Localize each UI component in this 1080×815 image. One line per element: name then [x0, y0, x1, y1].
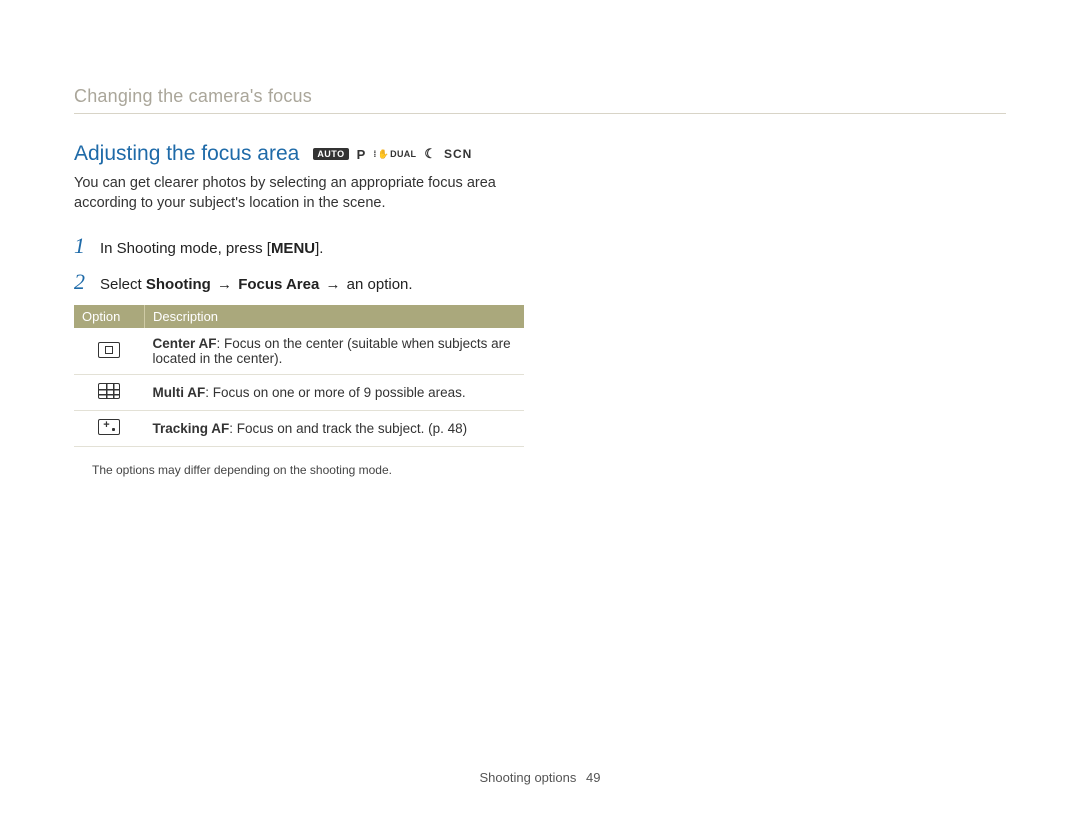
- mode-dual-hand-icon: ✋: [378, 149, 390, 160]
- center-af-icon-cell: [74, 328, 145, 375]
- options-table: Option Description Center AF: Focus on t…: [74, 305, 524, 447]
- intro-paragraph: You can get clearer photos by selecting …: [74, 174, 544, 213]
- option-name: Center AF: [153, 336, 217, 351]
- step-text: Select Shooting → Focus Area → an option…: [100, 276, 413, 293]
- mode-dual-label: DUAL: [390, 149, 416, 159]
- footnote: The options may differ depending on the …: [92, 463, 1006, 477]
- path-shooting: Shooting: [146, 276, 211, 293]
- manual-page: Changing the camera's focus Adjusting th…: [0, 0, 1080, 815]
- steps-list: 1 In Shooting mode, press [MENU]. 2 Sele…: [74, 233, 1006, 295]
- step-2: 2 Select Shooting → Focus Area → an opti…: [74, 269, 1006, 295]
- multi-af-icon: [98, 383, 120, 399]
- mode-scn-icon: SCN: [444, 147, 472, 161]
- step-pre: Select: [100, 276, 146, 293]
- page-heading: Adjusting the focus area: [74, 142, 299, 166]
- heading-row: Adjusting the focus area AUTO P ⁞ ✋ DUAL…: [74, 142, 1006, 166]
- option-name: Multi AF: [153, 385, 206, 400]
- table-header-row: Option Description: [74, 305, 524, 328]
- table-row: Center AF: Focus on the center (suitable…: [74, 328, 524, 375]
- multi-af-icon-cell: [74, 375, 145, 411]
- center-af-desc: Center AF: Focus on the center (suitable…: [145, 328, 525, 375]
- section-title: Changing the camera's focus: [74, 86, 1006, 114]
- step-pre: In Shooting mode, press [: [100, 240, 271, 257]
- mode-night-icon: ☾: [424, 146, 436, 162]
- footer-label: Shooting options: [480, 770, 577, 785]
- col-description: Description: [145, 305, 525, 328]
- tracking-af-desc: Tracking AF: Focus on and track the subj…: [145, 411, 525, 447]
- step-text: In Shooting mode, press [MENU].: [100, 240, 323, 257]
- page-number: 49: [586, 770, 600, 785]
- arrow-icon: →: [321, 276, 344, 293]
- mode-dual-icon: ⁞ ✋ DUAL: [373, 149, 416, 160]
- multi-af-desc: Multi AF: Focus on one or more of 9 poss…: [145, 375, 525, 411]
- step-number: 1: [74, 233, 90, 259]
- tracking-af-icon: [98, 419, 120, 435]
- option-text: : Focus on and track the subject. (p. 48…: [229, 421, 467, 436]
- table-row: Multi AF: Focus on one or more of 9 poss…: [74, 375, 524, 411]
- center-af-icon: [98, 342, 120, 358]
- tracking-af-icon-cell: [74, 411, 145, 447]
- step-post: ].: [315, 240, 323, 257]
- mode-p-icon: P: [357, 147, 366, 162]
- mode-indicator-group: AUTO P ⁞ ✋ DUAL ☾ SCN: [313, 146, 472, 162]
- option-text: : Focus on one or more of 9 possible are…: [205, 385, 465, 400]
- step-number: 2: [74, 269, 90, 295]
- menu-button-label: MENU: [271, 240, 315, 257]
- option-name: Tracking AF: [153, 421, 230, 436]
- step-post: an option.: [347, 276, 413, 293]
- arrow-icon: →: [213, 276, 236, 293]
- page-footer: Shooting options 49: [0, 770, 1080, 785]
- path-focus-area: Focus Area: [238, 276, 319, 293]
- mode-dual-pre-glyph: ⁞: [373, 149, 376, 159]
- mode-auto-badge: AUTO: [313, 148, 348, 160]
- step-1: 1 In Shooting mode, press [MENU].: [74, 233, 1006, 259]
- table-row: Tracking AF: Focus on and track the subj…: [74, 411, 524, 447]
- col-option: Option: [74, 305, 145, 328]
